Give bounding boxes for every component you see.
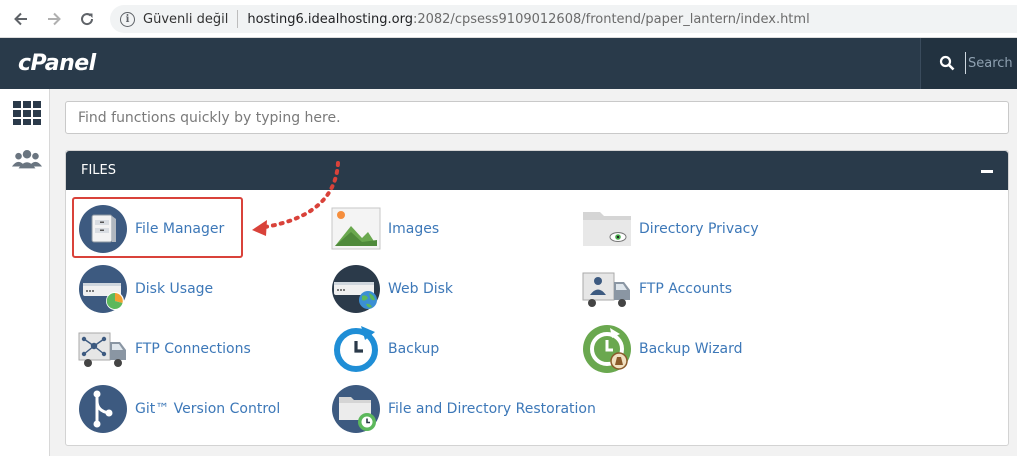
disk-usage-link[interactable]: Disk Usage xyxy=(78,264,213,314)
images-label[interactable]: Images xyxy=(388,221,439,237)
address-bar[interactable]: i Güvenli değil hosting6.idealhosting.or… xyxy=(110,5,1017,33)
images-link[interactable]: Images xyxy=(331,204,439,254)
backup-wizard-icon xyxy=(582,324,632,374)
file-manager-highlight-box xyxy=(72,197,243,258)
security-label: Güvenli değil xyxy=(143,11,229,27)
web-disk-icon xyxy=(331,264,381,314)
users-icon[interactable] xyxy=(11,145,43,173)
reload-icon[interactable] xyxy=(76,8,98,30)
ftp-connections-label[interactable]: FTP Connections xyxy=(135,341,251,357)
ftp-accounts-label[interactable]: FTP Accounts xyxy=(639,281,732,297)
forward-arrow-icon[interactable] xyxy=(43,8,65,30)
git-icon xyxy=(78,384,128,434)
browser-toolbar: i Güvenli değil hosting6.idealhosting.or… xyxy=(0,0,1017,38)
web-disk-link[interactable]: Web Disk xyxy=(331,264,453,314)
search-icon xyxy=(939,55,955,71)
sidebar xyxy=(0,89,50,456)
backup-icon xyxy=(331,324,381,374)
header-search xyxy=(920,38,1017,89)
ftp-accounts-link[interactable]: FTP Accounts xyxy=(582,264,732,314)
cpanel-header: cPanel xyxy=(0,38,1017,89)
collapse-minus-icon[interactable] xyxy=(980,164,994,178)
backup-link[interactable]: Backup xyxy=(331,324,439,374)
backup-wizard-link[interactable]: Backup Wizard xyxy=(582,324,743,374)
file-restoration-link[interactable]: File and Directory Restoration xyxy=(331,384,596,434)
files-panel-title: FILES xyxy=(81,163,117,178)
address-divider xyxy=(237,10,239,28)
url-path: :2082/cpsess9109012608/frontend/paper_la… xyxy=(412,11,810,27)
web-disk-label[interactable]: Web Disk xyxy=(388,281,453,297)
ftp-accounts-icon xyxy=(582,264,632,314)
ftp-connections-link[interactable]: FTP Connections xyxy=(78,324,251,374)
files-panel-header[interactable]: FILES xyxy=(66,151,1008,190)
images-icon xyxy=(331,204,381,254)
disk-usage-icon xyxy=(78,264,128,314)
file-restoration-icon xyxy=(331,384,381,434)
backup-label[interactable]: Backup xyxy=(388,341,439,357)
git-version-control-label[interactable]: Git™ Version Control xyxy=(135,401,280,417)
directory-privacy-label[interactable]: Directory Privacy xyxy=(639,221,759,237)
directory-privacy-icon xyxy=(582,204,632,254)
header-search-input[interactable] xyxy=(965,52,1017,74)
git-version-control-link[interactable]: Git™ Version Control xyxy=(78,384,280,434)
directory-privacy-link[interactable]: Directory Privacy xyxy=(582,204,759,254)
file-restoration-label[interactable]: File and Directory Restoration xyxy=(388,401,596,417)
url-host: hosting6.idealhosting.org xyxy=(247,11,413,27)
back-arrow-icon[interactable] xyxy=(10,8,32,30)
disk-usage-label[interactable]: Disk Usage xyxy=(135,281,213,297)
ftp-connections-icon xyxy=(78,324,128,374)
info-icon[interactable]: i xyxy=(120,11,135,27)
quick-search-input[interactable] xyxy=(65,101,1009,134)
grid-home-icon[interactable] xyxy=(11,99,43,127)
cpanel-logo[interactable]: cPanel xyxy=(18,51,96,76)
backup-wizard-label[interactable]: Backup Wizard xyxy=(639,341,743,357)
